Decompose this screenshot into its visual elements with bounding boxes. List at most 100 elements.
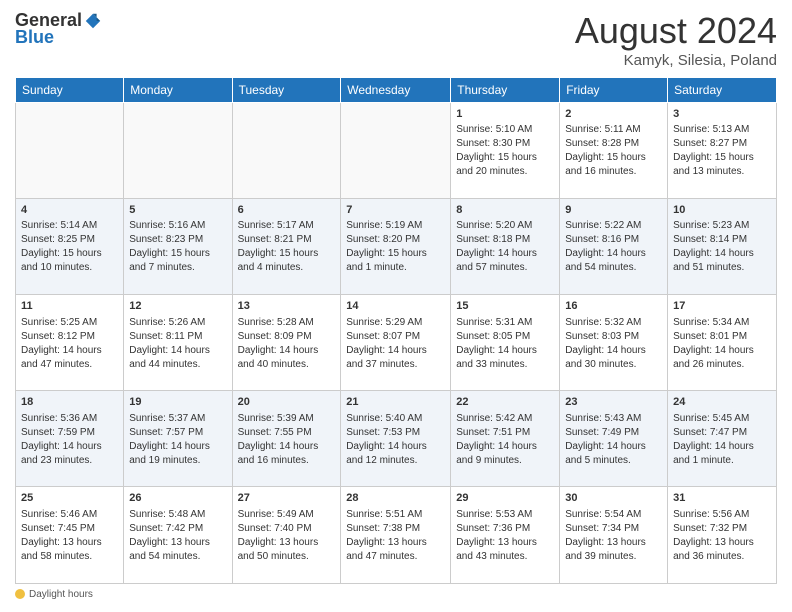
day-number: 10 <box>673 203 771 218</box>
day-info-line: Daylight: 13 hours and 50 minutes. <box>238 536 336 564</box>
day-info-line: Sunset: 8:23 PM <box>129 233 226 247</box>
logo-icon <box>84 12 102 30</box>
day-number: 3 <box>673 107 771 122</box>
day-info-line: Sunrise: 5:53 AM <box>456 508 554 522</box>
logo: General Blue <box>15 10 102 48</box>
day-info-line: Sunrise: 5:10 AM <box>456 123 554 137</box>
day-info-line: Sunset: 8:11 PM <box>129 330 226 344</box>
day-info-line: Sunrise: 5:49 AM <box>238 508 336 522</box>
logo-blue-text: Blue <box>15 27 54 48</box>
day-number: 4 <box>21 203 118 218</box>
calendar-cell: 24Sunrise: 5:45 AMSunset: 7:47 PMDayligh… <box>668 391 777 487</box>
day-info-line: Sunset: 8:07 PM <box>346 330 445 344</box>
day-info-line: Daylight: 15 hours and 10 minutes. <box>21 247 118 275</box>
calendar-cell: 14Sunrise: 5:29 AMSunset: 8:07 PMDayligh… <box>341 295 451 391</box>
day-number: 16 <box>565 299 662 314</box>
day-number: 7 <box>346 203 445 218</box>
day-header-monday: Monday <box>124 78 232 103</box>
daylight-label: Daylight hours <box>29 589 93 600</box>
day-number: 19 <box>129 395 226 410</box>
day-info-line: Sunrise: 5:17 AM <box>238 219 336 233</box>
daylight-dot <box>15 589 25 599</box>
day-info-line: Sunset: 7:40 PM <box>238 522 336 536</box>
day-number: 30 <box>565 491 662 506</box>
calendar-week-4: 18Sunrise: 5:36 AMSunset: 7:59 PMDayligh… <box>16 391 777 487</box>
day-info-line: Sunset: 8:30 PM <box>456 137 554 151</box>
day-info-line: Sunrise: 5:45 AM <box>673 412 771 426</box>
calendar-cell: 11Sunrise: 5:25 AMSunset: 8:12 PMDayligh… <box>16 295 124 391</box>
day-info-line: Daylight: 14 hours and 12 minutes. <box>346 440 445 468</box>
page: General Blue August 2024 Kamyk, Silesia,… <box>0 0 792 612</box>
day-info-line: Sunrise: 5:51 AM <box>346 508 445 522</box>
day-number: 22 <box>456 395 554 410</box>
day-info-line: Daylight: 13 hours and 43 minutes. <box>456 536 554 564</box>
calendar-cell: 1Sunrise: 5:10 AMSunset: 8:30 PMDaylight… <box>451 103 560 199</box>
day-info-line: Sunrise: 5:25 AM <box>21 316 118 330</box>
calendar-cell <box>232 103 341 199</box>
day-info-line: Sunrise: 5:48 AM <box>129 508 226 522</box>
calendar-cell: 19Sunrise: 5:37 AMSunset: 7:57 PMDayligh… <box>124 391 232 487</box>
day-info-line: Daylight: 15 hours and 7 minutes. <box>129 247 226 275</box>
calendar-cell: 13 Sunrise: 5:28 AMSunset: 8:09 PMDayligh… <box>232 295 341 391</box>
day-info-line: Sunrise: 5:34 AM <box>673 316 771 330</box>
day-info-line: Daylight: 14 hours and 47 minutes. <box>21 344 118 372</box>
day-info-line: Sunrise: 5:19 AM <box>346 219 445 233</box>
day-info-line: Sunrise: 5:37 AM <box>129 412 226 426</box>
day-info-line: Daylight: 14 hours and 16 minutes. <box>238 440 336 468</box>
calendar-header-row: SundayMondayTuesdayWednesdayThursdayFrid… <box>16 78 777 103</box>
day-info-line: Sunrise: 5:29 AM <box>346 316 445 330</box>
day-info-line: Sunrise: 5:36 AM <box>21 412 118 426</box>
day-info-line: Sunrise: 5:22 AM <box>565 219 662 233</box>
day-info-line: Sunset: 7:34 PM <box>565 522 662 536</box>
day-info-line: Daylight: 14 hours and 40 minutes. <box>238 344 336 372</box>
day-info-line: Sunrise: 5:28 AM <box>238 316 336 330</box>
day-info-line: Sunrise: 5:32 AM <box>565 316 662 330</box>
calendar-table: SundayMondayTuesdayWednesdayThursdayFrid… <box>15 77 777 584</box>
calendar-cell: 22Sunrise: 5:42 AMSunset: 7:51 PMDayligh… <box>451 391 560 487</box>
calendar-cell: 17Sunrise: 5:34 AMSunset: 8:01 PMDayligh… <box>668 295 777 391</box>
calendar-cell: 21Sunrise: 5:40 AMSunset: 7:53 PMDayligh… <box>341 391 451 487</box>
day-info-line: Sunset: 7:45 PM <box>21 522 118 536</box>
day-header-saturday: Saturday <box>668 78 777 103</box>
day-number: 13 <box>238 299 336 314</box>
title-month: August 2024 <box>575 10 777 52</box>
day-number: 18 <box>21 395 118 410</box>
day-info-line: Sunset: 8:09 PM <box>238 330 336 344</box>
day-info-line: Sunset: 7:55 PM <box>238 426 336 440</box>
calendar-cell: 5Sunrise: 5:16 AMSunset: 8:23 PMDaylight… <box>124 199 232 295</box>
day-number: 25 <box>21 491 118 506</box>
calendar-cell <box>341 103 451 199</box>
day-number: 11 <box>21 299 118 314</box>
day-info-line: Sunset: 8:03 PM <box>565 330 662 344</box>
day-number: 29 <box>456 491 554 506</box>
calendar-cell: 9Sunrise: 5:22 AMSunset: 8:16 PMDaylight… <box>560 199 668 295</box>
day-info-line: Sunrise: 5:46 AM <box>21 508 118 522</box>
day-info-line: Sunrise: 5:14 AM <box>21 219 118 233</box>
day-info-line: Sunset: 8:20 PM <box>346 233 445 247</box>
daylight-legend: Daylight hours <box>15 589 93 600</box>
day-info-line: Daylight: 15 hours and 16 minutes. <box>565 151 662 179</box>
day-info-line: Sunset: 7:32 PM <box>673 522 771 536</box>
day-info-line: Sunrise: 5:39 AM <box>238 412 336 426</box>
day-info-line: Sunrise: 5:54 AM <box>565 508 662 522</box>
calendar-cell: 8Sunrise: 5:20 AMSunset: 8:18 PMDaylight… <box>451 199 560 295</box>
day-number: 21 <box>346 395 445 410</box>
header: General Blue August 2024 Kamyk, Silesia,… <box>15 10 777 69</box>
day-info-line: Daylight: 14 hours and 26 minutes. <box>673 344 771 372</box>
day-info-line: Sunrise: 5:31 AM <box>456 316 554 330</box>
calendar-week-2: 4Sunrise: 5:14 AMSunset: 8:25 PMDaylight… <box>16 199 777 295</box>
calendar-cell: 10Sunrise: 5:23 AMSunset: 8:14 PMDayligh… <box>668 199 777 295</box>
day-info-line: Sunrise: 5:56 AM <box>673 508 771 522</box>
day-info-line: Sunrise: 5:23 AM <box>673 219 771 233</box>
day-info-line: Sunrise: 5:11 AM <box>565 123 662 137</box>
day-info-line: Sunrise: 5:26 AM <box>129 316 226 330</box>
day-info-line: Sunrise: 5:42 AM <box>456 412 554 426</box>
day-info-line: Daylight: 13 hours and 36 minutes. <box>673 536 771 564</box>
day-info-line: Daylight: 14 hours and 19 minutes. <box>129 440 226 468</box>
calendar-cell <box>16 103 124 199</box>
calendar-cell: 29Sunrise: 5:53 AMSunset: 7:36 PMDayligh… <box>451 487 560 583</box>
day-number: 20 <box>238 395 336 410</box>
day-number: 14 <box>346 299 445 314</box>
day-info-line: Sunset: 8:14 PM <box>673 233 771 247</box>
calendar-cell: 23Sunrise: 5:43 AMSunset: 7:49 PMDayligh… <box>560 391 668 487</box>
